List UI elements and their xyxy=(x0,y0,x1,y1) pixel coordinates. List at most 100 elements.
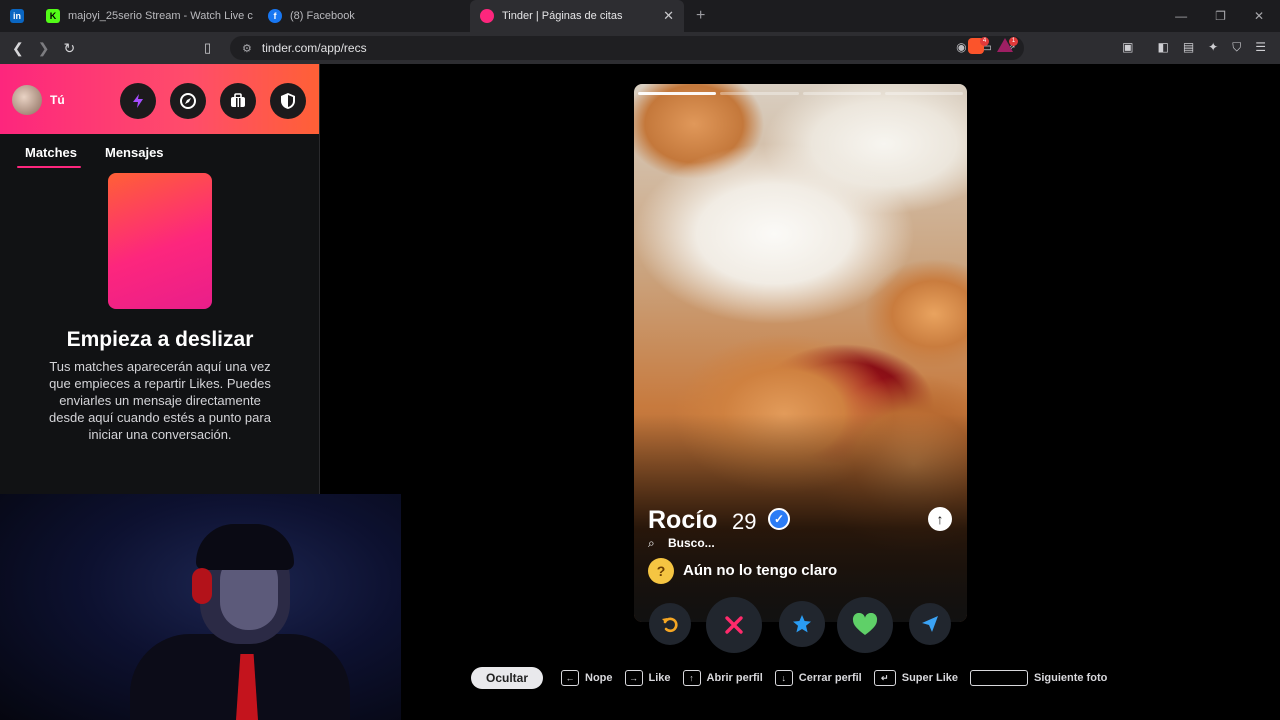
explore-button[interactable] xyxy=(170,83,206,119)
verified-badge-icon: ✓ xyxy=(768,508,790,530)
right-arrow-key-icon: → xyxy=(624,670,643,686)
sidebar-header: Tú xyxy=(0,64,319,134)
heart-icon xyxy=(852,613,878,635)
url-text: tinder.com/app/recs xyxy=(261,41,367,55)
looking-for-value: Aún no lo tengo claro xyxy=(683,562,838,579)
enter-key-icon: ↵ xyxy=(873,670,896,686)
location-icon[interactable]: ◉ xyxy=(956,40,966,54)
screenshot-icon[interactable]: ▣ xyxy=(1122,40,1133,55)
sidebar-toggle-icon[interactable]: ◧ xyxy=(1157,40,1168,55)
photo-progress-segment[interactable] xyxy=(884,92,963,95)
shortcut-next-photo: Siguiente foto xyxy=(970,670,1107,686)
search-icon: ⌕ xyxy=(648,536,655,550)
user-label[interactable]: Tú xyxy=(50,93,65,107)
sidebar-tabs: Matches Mensajes xyxy=(0,145,320,168)
photo-progress-bars xyxy=(638,92,963,95)
shortcut-nope: ← Nope xyxy=(561,670,613,686)
nope-button[interactable] xyxy=(706,597,762,653)
reload-icon[interactable]: ↻ xyxy=(63,40,75,57)
shortcut-open-profile: ↑ Abrir perfil xyxy=(682,670,763,686)
lightning-icon xyxy=(133,94,143,108)
address-bar[interactable]: ⚙ tinder.com/app/recs ◉ ▭ ⇗ xyxy=(230,36,1024,60)
window-controls: — ❐ ✕ xyxy=(1175,0,1280,32)
work-button[interactable] xyxy=(220,83,256,119)
empty-description: Tus matches aparecerán aquí una vez que … xyxy=(49,359,271,442)
star-icon xyxy=(793,615,811,633)
safety-button[interactable] xyxy=(270,83,306,119)
shortcut-label: Abrir perfil xyxy=(706,672,763,684)
photo-progress-segment[interactable] xyxy=(802,92,881,95)
matches-sidebar: Tú Matches Mensajes Empieza a deslizar T… xyxy=(0,64,320,494)
avatar[interactable] xyxy=(12,85,42,115)
bookmark-icon[interactable]: ▯ xyxy=(204,40,211,56)
leo-ai-icon[interactable]: ✦ xyxy=(1208,40,1218,55)
forward-icon[interactable]: ❯ xyxy=(38,40,50,57)
rewind-button[interactable] xyxy=(649,603,691,645)
vpn-icon[interactable]: ⛉ xyxy=(1232,40,1241,55)
down-arrow-key-icon: ↓ xyxy=(774,670,793,686)
open-profile-button[interactable]: ↑ xyxy=(928,507,952,531)
tinder-icon xyxy=(480,9,494,23)
left-arrow-key-icon: ← xyxy=(561,670,580,686)
tab-tinder[interactable]: Tinder | Páginas de citas ✕ xyxy=(470,0,684,32)
menu-icon[interactable]: ☰ xyxy=(1255,40,1266,55)
boost-button[interactable] xyxy=(120,83,156,119)
site-settings-icon[interactable]: ⚙ xyxy=(242,42,252,55)
webcam-overlay xyxy=(0,494,401,720)
shortcut-label: Cerrar perfil xyxy=(798,672,862,684)
new-tab-button[interactable]: + xyxy=(696,7,705,25)
rewind-icon xyxy=(662,617,678,633)
photo-progress-segment[interactable] xyxy=(638,92,717,95)
linkedin-icon: in xyxy=(10,9,24,23)
shortcut-like: → Like xyxy=(624,670,671,686)
browser-tab-bar: in K majoyi_25serio Stream - Watch Live … xyxy=(0,0,1280,32)
profile-name: Rocío xyxy=(648,506,718,534)
space-key-icon xyxy=(970,670,1028,686)
close-icon xyxy=(725,616,743,634)
back-icon[interactable]: ❮ xyxy=(12,40,24,57)
shortcut-close-profile: ↓ Cerrar perfil xyxy=(774,670,862,686)
facebook-icon: f xyxy=(268,9,282,23)
rewards-badge: 1 xyxy=(1009,37,1018,46)
tab-matches[interactable]: Matches xyxy=(16,145,82,168)
briefcase-icon xyxy=(231,93,245,107)
thinking-emoji-icon: ? xyxy=(648,558,674,584)
empty-title: Empieza a deslizar xyxy=(66,328,254,351)
webcam-hair xyxy=(196,524,294,570)
tab-messages[interactable]: Mensajes xyxy=(105,145,164,160)
profile-age: 29 xyxy=(732,509,757,534)
looking-for-label: Busco... xyxy=(668,536,715,550)
tab-linkedin[interactable]: in xyxy=(0,0,36,32)
shields-badge: 4 xyxy=(980,37,989,46)
browser-toolbar: ❮ ❯ ↻ ▯ ⚙ tinder.com/app/recs ◉ ▭ ⇗ xyxy=(0,32,1280,64)
shortcut-super-like: ↵ Super Like xyxy=(873,670,958,686)
tab-kick-stream[interactable]: K majoyi_25serio Stream - Watch Live c xyxy=(36,0,258,32)
restore-icon[interactable]: ❐ xyxy=(1215,9,1226,23)
send-icon xyxy=(922,616,938,632)
hide-shortcuts-button[interactable]: Ocultar xyxy=(471,667,544,689)
shortcut-label: Nope xyxy=(585,672,613,684)
up-arrow-key-icon: ↑ xyxy=(682,670,701,686)
like-button[interactable] xyxy=(837,597,893,653)
close-window-icon[interactable]: ✕ xyxy=(1254,9,1264,23)
minimize-icon[interactable]: — xyxy=(1175,9,1187,23)
close-tab-icon[interactable]: ✕ xyxy=(663,8,674,24)
headphone xyxy=(192,568,212,604)
action-buttons xyxy=(634,596,967,653)
profile-card[interactable]: Rocío 29 ✓ ↑ ⌕ Busco... ? Aún no lo teng… xyxy=(634,84,967,622)
photo-progress-segment[interactable] xyxy=(720,92,799,95)
tab-facebook[interactable]: f (8) Facebook xyxy=(258,0,470,32)
tab-label: Tinder | Páginas de citas xyxy=(502,10,623,22)
toolbar-right-icons: ▣ ◧ ▤ ✦ ⛉ ☰ xyxy=(1122,40,1266,55)
wallet-icon[interactable]: ▤ xyxy=(1183,40,1194,55)
empty-matches-card xyxy=(108,173,212,309)
shortcut-label: Siguiente foto xyxy=(1034,672,1108,684)
compass-icon xyxy=(180,93,196,109)
super-like-button[interactable] xyxy=(779,601,825,647)
boost-send-button[interactable] xyxy=(909,603,951,645)
shortcut-bar: Ocultar ← Nope → Like ↑ Abrir perfil ↓ Cerra… xyxy=(471,667,1119,689)
shortcut-label: Super Like xyxy=(901,672,958,684)
shortcut-label: Like xyxy=(648,672,671,684)
tab-label: majoyi_25serio Stream - Watch Live c xyxy=(68,10,253,22)
tab-label: (8) Facebook xyxy=(290,10,355,22)
